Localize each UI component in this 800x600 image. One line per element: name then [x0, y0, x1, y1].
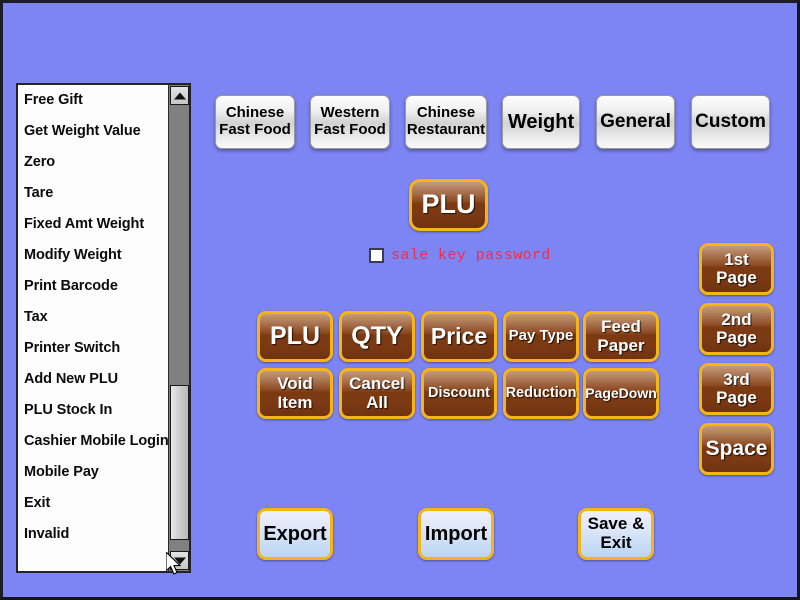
list-item[interactable]: Get Weight Value [18, 116, 170, 147]
page-button-space[interactable]: Space [699, 423, 774, 475]
list-item[interactable]: Modify Weight [18, 240, 170, 271]
category-label-line1: Weight [507, 110, 575, 133]
list-item[interactable]: Tare [18, 178, 170, 209]
page-button-label: Space [705, 436, 768, 460]
keypad-label-line1: PageDown [585, 384, 657, 401]
scroll-up-arrow-icon [173, 92, 186, 99]
keypad-button-reduction[interactable]: Reduction [503, 368, 579, 419]
save-exit-label-line2: Exit [600, 533, 632, 552]
list-item[interactable]: Add New PLU [18, 364, 170, 395]
function-key-list-items: Free Gift Get Weight Value Zero Tare Fix… [18, 85, 170, 571]
list-item[interactable]: Fixed Amt Weight [18, 209, 170, 240]
sale-key-password-label: sale key password [391, 247, 551, 264]
import-label: Import [424, 523, 488, 545]
function-key-listbox[interactable]: Free Gift Get Weight Value Zero Tare Fix… [16, 83, 191, 573]
category-label-line2: Restaurant [406, 121, 486, 138]
keypad-label-line1: Reduction [505, 384, 577, 401]
category-button-chinese-restaurant[interactable]: Chinese Restaurant [405, 95, 487, 149]
keypad-label-line1: QTY [351, 322, 403, 350]
page-button-2nd-page[interactable]: 2nd Page [699, 303, 774, 355]
keypad-button-plu[interactable]: PLU [257, 311, 333, 362]
keypad-label-line2: Item [277, 392, 313, 412]
keypad-label-line1: Pay Type [508, 327, 574, 345]
list-item[interactable]: Cashier Mobile Login [18, 426, 170, 457]
list-item[interactable]: Zero [18, 147, 170, 178]
keypad-label-line1: Discount [427, 384, 491, 401]
sale-key-password-checkbox[interactable] [369, 248, 384, 263]
keypad-button-void-item[interactable]: Void Item [257, 368, 333, 419]
category-button-chinese-fast-food[interactable]: Chinese Fast Food [215, 95, 295, 149]
category-button-general[interactable]: General [596, 95, 675, 149]
sale-key-password-row[interactable]: sale key password [369, 247, 551, 264]
page-button-label: 1st Page [716, 249, 757, 287]
keypad-button-qty[interactable]: QTY [339, 311, 415, 362]
keypad-button-pagedown[interactable]: PageDown [583, 368, 659, 419]
category-button-custom[interactable]: Custom [691, 95, 770, 149]
list-item[interactable]: PLU Stock In [18, 395, 170, 426]
keypad-label-line1: Feed [601, 317, 641, 337]
list-item[interactable]: Mobile Pay [18, 457, 170, 488]
page-button-3rd-page[interactable]: 3rd Page [699, 363, 774, 415]
keypad-button-feed-paper[interactable]: Feed Paper [583, 311, 659, 362]
keypad-button-discount[interactable]: Discount [421, 368, 497, 419]
export-label: Export [263, 523, 327, 545]
scrollbar-down-button[interactable] [170, 551, 189, 570]
scroll-down-arrow-icon [173, 557, 186, 564]
save-exit-label-line1: Save & [587, 514, 645, 534]
category-label-line1: Chinese [416, 104, 476, 122]
keypad-button-price[interactable]: Price [421, 311, 497, 362]
keypad-label-line2: Paper [597, 335, 645, 355]
page-button-label: 3rd Page [716, 369, 757, 407]
list-item[interactable]: Printer Switch [18, 333, 170, 364]
list-item[interactable]: Tax [18, 302, 170, 333]
keypad-button-cancel-all[interactable]: Cancel All [339, 368, 415, 419]
keypad-label-line1: PLU [270, 322, 320, 350]
save-and-exit-button[interactable]: Save & Exit [578, 508, 654, 560]
selected-key-preview-plu[interactable]: PLU [409, 179, 488, 231]
keypad-label-line1: Cancel [349, 374, 405, 394]
keypad-label-line1: Price [430, 323, 488, 350]
keypad-label-line1: Void [277, 374, 313, 394]
keypad-label-line2: All [366, 392, 388, 412]
list-item[interactable]: Invalid [18, 519, 170, 550]
category-label-line2: Fast Food [219, 121, 291, 138]
category-label-line1: Custom [695, 111, 766, 133]
selected-key-label: PLU [421, 189, 476, 220]
page-button-label: 2nd Page [716, 309, 757, 347]
category-label-line1: Western [320, 104, 380, 122]
list-item[interactable]: Print Barcode [18, 271, 170, 302]
scrollbar-thumb[interactable] [170, 385, 189, 540]
function-list-scrollbar[interactable] [168, 85, 189, 571]
scrollbar-up-button[interactable] [170, 86, 189, 105]
list-item[interactable]: Free Gift [18, 85, 170, 116]
export-button[interactable]: Export [257, 508, 333, 560]
category-label-line1: General [600, 111, 671, 133]
pos-key-configuration-window: Free Gift Get Weight Value Zero Tare Fix… [0, 0, 800, 600]
category-label-line2: Fast Food [314, 121, 386, 138]
page-button-1st-page[interactable]: 1st Page [699, 243, 774, 295]
category-label-line1: Chinese [225, 104, 285, 122]
import-button[interactable]: Import [418, 508, 494, 560]
keypad-button-pay-type[interactable]: Pay Type [503, 311, 579, 362]
list-item[interactable]: Exit [18, 488, 170, 519]
category-button-weight[interactable]: Weight [502, 95, 580, 149]
category-button-western-fast-food[interactable]: Western Fast Food [310, 95, 390, 149]
